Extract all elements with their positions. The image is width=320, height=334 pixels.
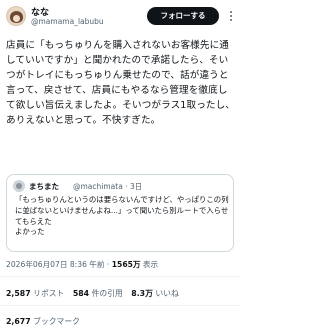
views-label: 表示 [140, 260, 159, 269]
tweet-header: なな @mamama_labubu フォローする [0, 0, 240, 34]
more-horizontal-icon[interactable] [226, 10, 236, 22]
likes-stat[interactable]: 8.3万 いいね [131, 289, 178, 298]
follow-button[interactable]: フォローする [147, 7, 219, 25]
quoted-author-handle-date: @machimata · 3日 [73, 182, 143, 191]
divider [0, 276, 240, 277]
reposts-label: リポスト [30, 289, 65, 298]
author-avatar[interactable] [6, 6, 26, 26]
quoted-tweet-body: 「もっちゅりんというのは要らないんですけど、やっぱりこの列に並ばないといけません… [15, 195, 229, 237]
engagement-stats: 2,587 リポスト 584 件の引用 8.3万 いいね [6, 288, 185, 299]
tweet-body: 店員に「もっちゅりんを購入されないお客様先に通していいですか」と聞かれたので承諾… [6, 40, 235, 126]
reposts-stat[interactable]: 2,587 リポスト [6, 289, 64, 298]
quotes-stat[interactable]: 584 件の引用 [73, 289, 123, 298]
tweet-timestamp[interactable]: 2026年06月07日 8:36 午前 · [6, 260, 112, 269]
tweet-timestamp-line: 2026年06月07日 8:36 午前 · 1565万 表示 [6, 259, 158, 270]
quoted-author-avatar [13, 180, 25, 192]
likes-count: 8.3万 [131, 289, 153, 298]
likes-label: いいね [152, 289, 179, 298]
bookmarks-stat[interactable]: 2,677 ブックマーク [6, 316, 80, 327]
views-count: 1565万 [111, 260, 141, 269]
quotes-count: 584 [72, 289, 90, 298]
author-handle[interactable]: @mamama_labubu [31, 17, 104, 26]
divider [0, 305, 240, 306]
reposts-count: 2,587 [6, 289, 31, 298]
quotes-label: 件の引用 [89, 289, 123, 298]
bookmarks-count: 2,677 [6, 317, 31, 326]
bookmarks-label: ブックマーク [30, 317, 80, 326]
quoted-tweet[interactable]: まちまた @machimata · 3日 「もっちゅりんというのは要らないんです… [6, 174, 234, 252]
quoted-author-name: まちまた [29, 182, 59, 191]
